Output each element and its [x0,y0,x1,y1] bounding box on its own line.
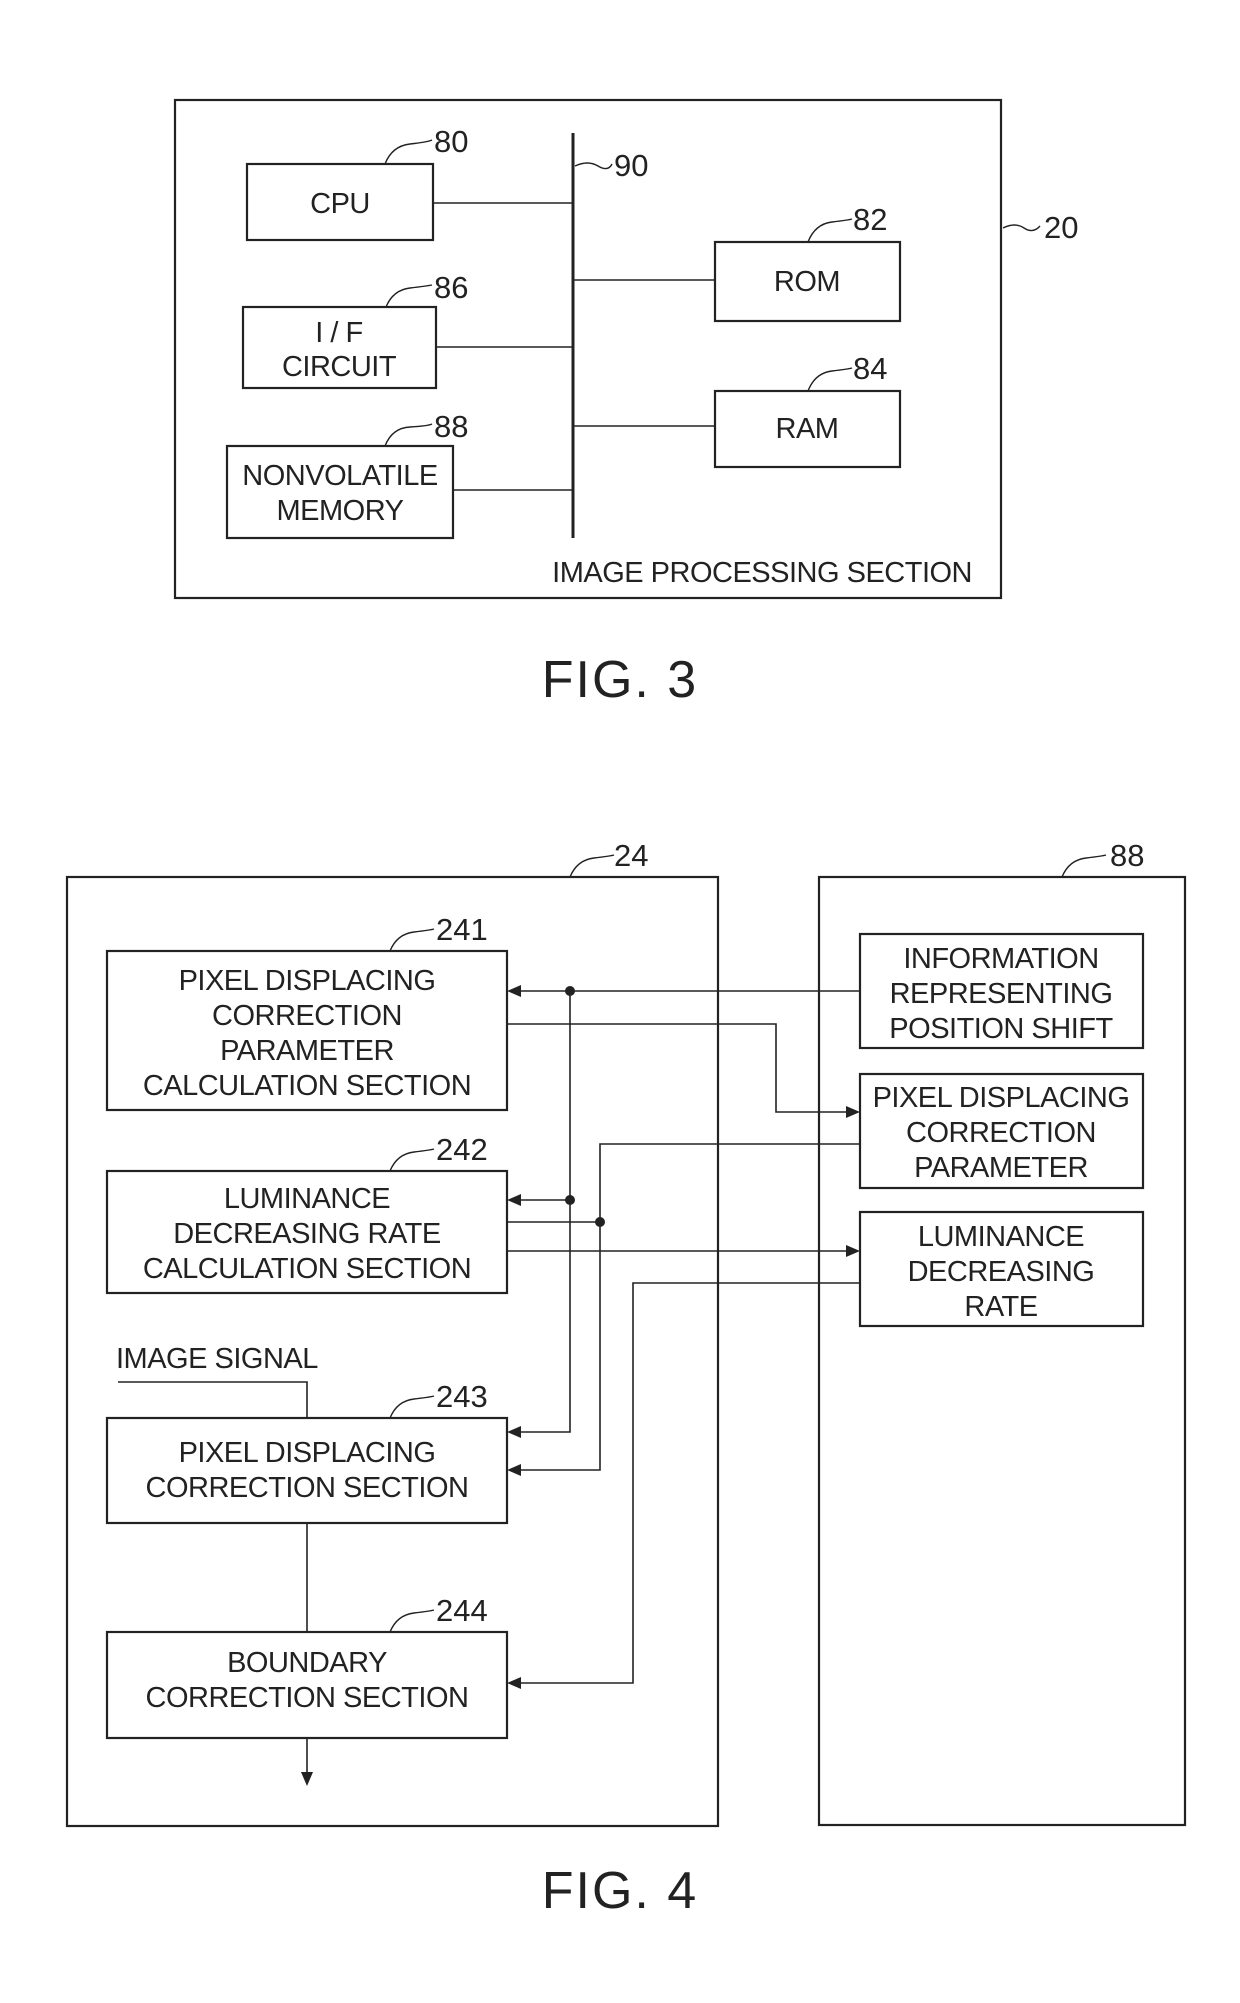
arrow-into-241 [507,985,521,997]
ref-242-label: 242 [436,1132,488,1167]
arrow-into-244 [507,1677,521,1689]
ref-90-label: 90 [614,148,648,183]
image-processing-section-label: IMAGE PROCESSING SECTION [552,557,972,589]
block-244-line2: CORRECTION SECTION [146,1682,469,1714]
ref-243-leader [389,1395,435,1419]
ref-88-leader [384,423,433,447]
info-position-shift-block: INFORMATION REPRESENTING POSITION SHIFT [858,932,1145,1050]
ref-86-leader [385,284,433,308]
cpu-label: CPU [310,188,370,220]
luminance-rate-block: LUMINANCE DECREASING RATE [858,1210,1145,1328]
wire-241-to-param [507,1023,852,1113]
info-line3: POSITION SHIFT [889,1013,1113,1045]
block-241-line4: CALCULATION SECTION [143,1070,471,1102]
block-241: PIXEL DISPLACING CORRECTION PARAMETER CA… [105,912,509,1112]
ref-20-label: 20 [1044,210,1078,245]
block-243-line2: CORRECTION SECTION [146,1472,469,1504]
if-circuit-label-line2: CIRCUIT [282,351,397,383]
ref-84-label: 84 [853,351,887,386]
arrow-into-rate [846,1245,860,1257]
param-line2: CORRECTION [906,1117,1096,1149]
block-241-line1: PIXEL DISPLACING [179,965,436,997]
ref-241-leader [389,928,435,952]
patent-drawing-sheet: 20 90 CPU 80 I / F CIRCUIT 86 NONVOLATIL… [65,98,1187,1920]
junction-dot-242 [565,1195,575,1205]
ref-20-leader [1002,224,1041,232]
ref-88-fig4-leader [1061,854,1107,878]
nonvolatile-label-line1: NONVOLATILE [242,460,438,492]
block-242: LUMINANCE DECREASING RATE CALCULATION SE… [105,1132,509,1295]
block-242-line1: LUMINANCE [224,1183,390,1215]
param-line1: PIXEL DISPLACING [873,1082,1130,1114]
wire-rate-to-244 [513,1282,860,1684]
fig3-caption: FIG. 3 [542,651,698,709]
param-line3: PARAMETER [914,1152,1088,1184]
info-line2: REPRESENTING [890,978,1113,1010]
ref-244-label: 244 [436,1593,488,1628]
ref-242-leader [389,1148,435,1172]
rate-line1: LUMINANCE [918,1221,1084,1253]
ram-block: RAM 84 [573,351,902,469]
ref-24-leader [569,854,615,878]
ref-80-leader [384,139,433,165]
image-signal-label: IMAGE SIGNAL [116,1343,318,1375]
ref-244-leader [389,1609,435,1633]
block-243-line1: PIXEL DISPLACING [179,1437,436,1469]
fig4: 24 88 PIXEL DISPLACING CORRECTION PARAME… [65,838,1187,1920]
rate-line3: RATE [964,1291,1037,1323]
ref-82-leader [807,218,853,243]
junction-dot-param [595,1217,605,1227]
wire-param-to-243 [513,1143,860,1471]
ref-88-fig4-label: 88 [1110,838,1144,873]
arrow-into-242 [507,1194,521,1206]
fig3: 20 90 CPU 80 I / F CIRCUIT 86 NONVOLATIL… [173,98,1078,709]
if-circuit-block: I / F CIRCUIT 86 [241,270,573,390]
block-242-line2: DECREASING RATE [173,1218,441,1250]
ref-86-label: 86 [434,270,468,305]
fig4-caption: FIG. 4 [542,1862,698,1920]
wire-info-to-243 [513,991,571,1433]
block-242-line3: CALCULATION SECTION [143,1253,471,1285]
cpu-block: CPU 80 [245,124,573,242]
block-241-line3: PARAMETER [220,1035,394,1067]
ref-241-label: 241 [436,912,488,947]
arrow-into-243-upper [507,1426,521,1438]
ref-90-leader [574,162,613,170]
ram-label: RAM [776,413,839,445]
output-arrowhead [301,1772,313,1786]
ref-88-label: 88 [434,409,468,444]
rom-label: ROM [774,266,840,298]
pixel-displacing-correction-box [105,1416,509,1525]
ref-84-leader [807,367,853,392]
ref-80-label: 80 [434,124,468,159]
pixel-displacing-param-block: PIXEL DISPLACING CORRECTION PARAMETER [858,1072,1145,1190]
arrow-into-243-lower [507,1464,521,1476]
image-signal-wire [118,1381,308,1418]
ref-24-label: 24 [614,838,648,873]
rate-line2: DECREASING [908,1256,1095,1288]
block-244-line1: BOUNDARY [227,1647,387,1679]
nonvolatile-memory-block: NONVOLATILE MEMORY 88 [225,409,573,540]
arrow-into-param [846,1106,860,1118]
if-circuit-label-line1: I / F [315,317,362,349]
rom-block: ROM 82 [573,202,902,323]
ref-243-label: 243 [436,1379,488,1414]
block-241-line2: CORRECTION [212,1000,402,1032]
ref-82-label: 82 [853,202,887,237]
nonvolatile-label-line2: MEMORY [277,495,404,527]
info-line1: INFORMATION [903,943,1098,975]
